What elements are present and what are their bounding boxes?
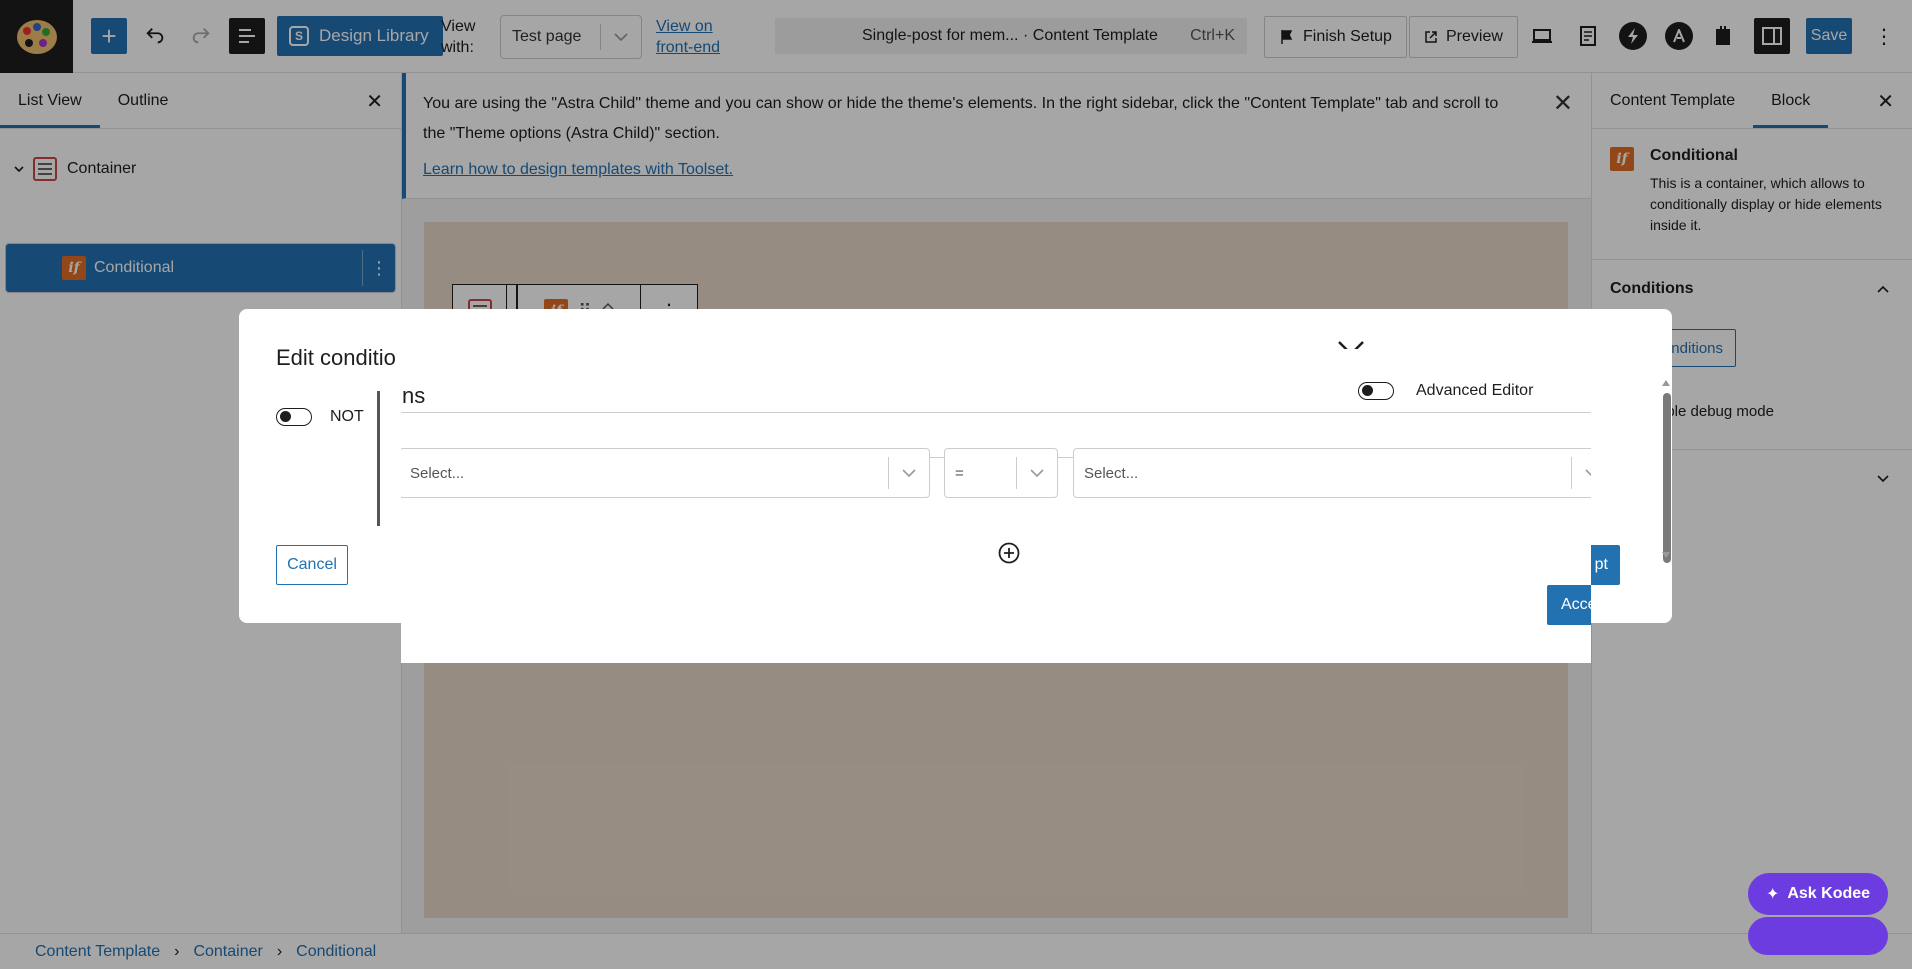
condition-field-select[interactable]: Select... bbox=[401, 448, 930, 498]
advanced-editor-row: Advanced Editor bbox=[1358, 382, 1533, 400]
select-placeholder: Select... bbox=[1084, 464, 1139, 482]
condition-value-select[interactable]: Select... bbox=[1073, 448, 1591, 498]
chevron-down-icon bbox=[1017, 469, 1057, 477]
modal-scrollbar[interactable] bbox=[1659, 379, 1673, 591]
kodee-shadow bbox=[1748, 917, 1888, 955]
not-toggle[interactable] bbox=[276, 408, 312, 426]
sparkle-icon: ✦ bbox=[1765, 886, 1780, 903]
conditions-dialog: ns Advanced Editor Select... = Select...… bbox=[401, 349, 1591, 663]
operator-value: = bbox=[955, 464, 964, 482]
select-placeholder: Select... bbox=[410, 464, 465, 482]
operator-select[interactable]: = bbox=[944, 448, 1058, 498]
modal-title: Edit conditio bbox=[276, 345, 396, 370]
group-divider bbox=[377, 391, 380, 526]
add-condition-button[interactable] bbox=[997, 541, 1021, 570]
plus-circle-icon bbox=[998, 542, 1020, 564]
dialog-title: ns bbox=[402, 383, 426, 408]
cancel-button[interactable]: Cancel bbox=[276, 545, 348, 585]
chevron-down-icon bbox=[1572, 469, 1591, 477]
chevron-down-icon bbox=[889, 469, 929, 477]
not-toggle-row: NOT bbox=[276, 408, 364, 426]
ask-kodee-button[interactable]: ✦ Ask Kodee bbox=[1748, 873, 1888, 915]
scrollbar-thumb[interactable] bbox=[1663, 393, 1671, 563]
accept-button[interactable]: Acce bbox=[1547, 585, 1591, 625]
ask-kodee-label: Ask Kodee bbox=[1787, 885, 1871, 902]
advanced-editor-label: Advanced Editor bbox=[1416, 382, 1534, 399]
advanced-editor-toggle[interactable] bbox=[1358, 382, 1394, 400]
not-label: NOT bbox=[330, 408, 364, 425]
